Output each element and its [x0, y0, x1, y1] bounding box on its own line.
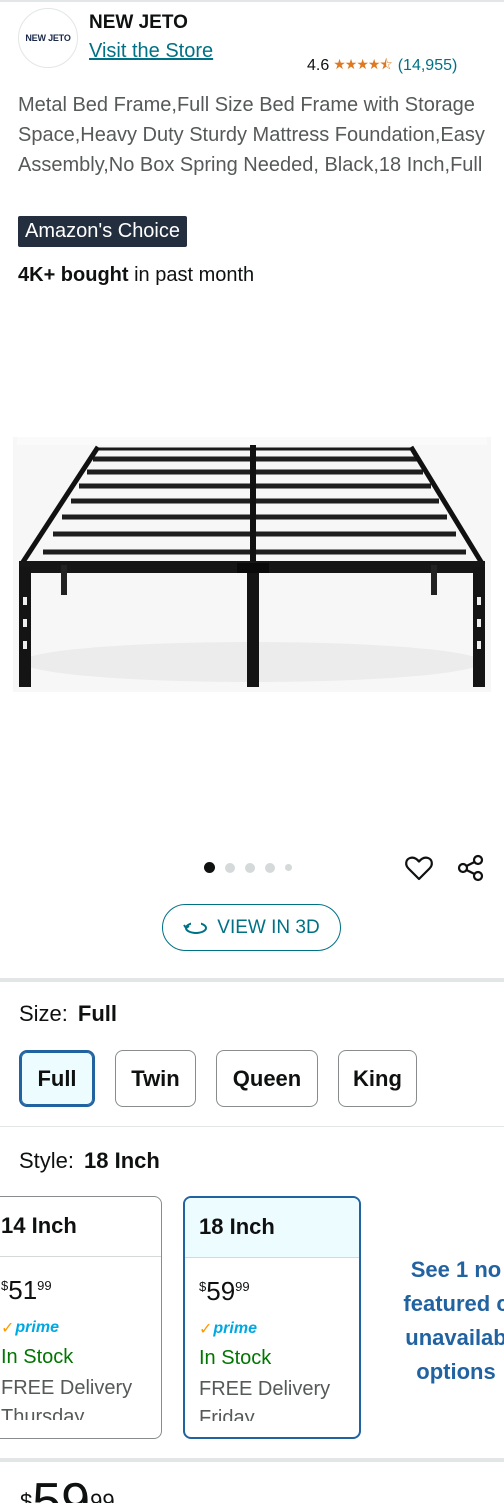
carousel-dot-1[interactable] [204, 862, 215, 873]
image-carousel-dots[interactable] [204, 862, 292, 873]
size-label-text: Size: [19, 1001, 68, 1026]
stock-status: In Stock [1, 1346, 74, 1368]
size-selector-label: Size: Full [19, 1001, 117, 1027]
see-unavailable-options-link[interactable]: See 1 no featured c unavailab options [381, 1253, 504, 1389]
style-card-18-inch[interactable]: 18 Inch $59 99 ✓ prime In Stock FREE Deliv… [183, 1196, 361, 1439]
style-selected-value: 18 Inch [84, 1148, 160, 1173]
prime-badge: ✓ prime [1, 1319, 59, 1337]
delivery-day: Thursday [1, 1406, 85, 1420]
bought-in-past-month: 4K+ bought in past month [18, 264, 254, 287]
review-count-link[interactable]: (14,955) [398, 57, 458, 75]
style-card-title: 14 Inch [0, 1197, 161, 1257]
top-divider [0, 0, 504, 2]
rating-row[interactable]: 4.6 ★★★★⯪ (14,955) [307, 54, 457, 78]
brand-logo[interactable]: NEW JETO [18, 8, 78, 68]
prime-check-icon: ✓ [199, 1321, 213, 1338]
size-option-twin[interactable]: Twin [115, 1050, 196, 1107]
star-rating-icon: ★★★★⯪ [333, 56, 392, 72]
share-icon[interactable] [456, 853, 486, 883]
size-option-queen[interactable]: Queen [216, 1050, 318, 1107]
size-option-full[interactable]: Full [19, 1050, 95, 1107]
style-label-text: Style: [19, 1148, 75, 1173]
style-card-title: 18 Inch [185, 1198, 359, 1258]
brand-name: NEW JETO [89, 12, 188, 33]
rotate-3d-icon [183, 921, 208, 934]
section-divider-bottom [0, 1458, 504, 1462]
rating-value: 4.6 [307, 57, 330, 74]
see-more-line-4: options [416, 1359, 496, 1384]
style-card-14-inch[interactable]: 14 Inch $51 99 ✓ prime In Stock FREE Deliv… [0, 1196, 162, 1439]
bought-count: 4K+ bought [18, 264, 129, 286]
style-card-price: $59 99 [199, 1276, 250, 1306]
carousel-dot-4[interactable] [265, 862, 275, 873]
section-divider [0, 978, 504, 982]
view-in-3d-button[interactable]: VIEW IN 3D [162, 904, 341, 951]
product-title: Metal Bed Frame,Full Size Bed Frame with… [18, 94, 485, 176]
product-image-bed-frame[interactable] [13, 437, 491, 692]
see-more-line-3: unavailab [405, 1325, 504, 1350]
carousel-dot-2[interactable] [225, 862, 235, 873]
prime-check-icon: ✓ [1, 1320, 15, 1337]
style-card-price: $51 99 [1, 1275, 52, 1305]
prime-badge: ✓ prime [199, 1320, 257, 1338]
bought-period: in past month [134, 264, 255, 286]
buybox-price: $5999 [20, 1473, 115, 1503]
brand-logo-text: NEW JETO [25, 33, 71, 43]
delivery-info: FREE Delivery [199, 1378, 331, 1400]
visit-store-link[interactable]: Visit the Store [89, 40, 213, 63]
section-divider-thin [0, 1126, 504, 1127]
delivery-info: FREE Delivery [1, 1377, 133, 1399]
size-option-king[interactable]: King [338, 1050, 417, 1107]
see-more-line-1: See 1 no [410, 1257, 502, 1282]
stock-status: In Stock [199, 1347, 272, 1369]
style-selector-label: Style: 18 Inch [19, 1148, 160, 1174]
size-options: Full Twin Queen King [19, 1050, 417, 1107]
carousel-dot-5[interactable] [285, 864, 292, 871]
heart-icon[interactable] [404, 853, 434, 883]
size-selected-value: Full [77, 1001, 118, 1026]
carousel-dot-3[interactable] [245, 862, 255, 873]
amazons-choice-badge[interactable]: Amazon's Choice [18, 216, 187, 247]
view-in-3d-label: VIEW IN 3D [217, 916, 320, 938]
see-more-line-2: featured c [403, 1291, 504, 1316]
delivery-day: Friday [199, 1407, 255, 1421]
